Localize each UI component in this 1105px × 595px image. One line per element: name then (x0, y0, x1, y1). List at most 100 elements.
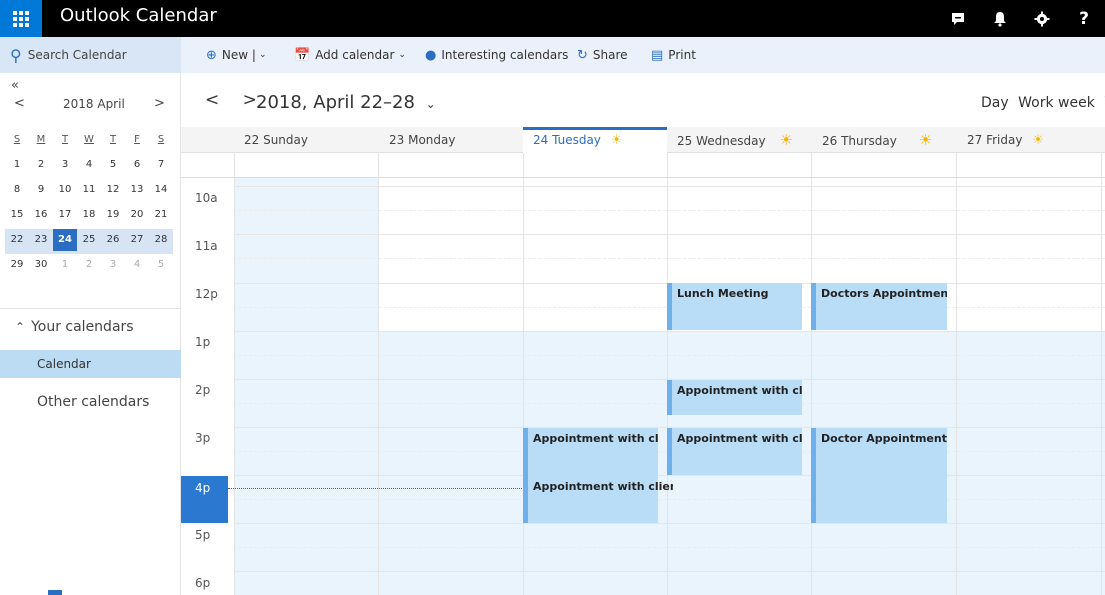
mini-day[interactable]: 1 (53, 254, 77, 276)
mini-day[interactable]: 17 (53, 204, 77, 226)
mini-day[interactable]: 15 (5, 204, 29, 226)
share-button[interactable]: ↻ Share (577, 37, 628, 73)
mini-day[interactable]: 22 (5, 229, 29, 251)
mini-day[interactable]: 10 (53, 179, 77, 201)
event-client-appointment[interactable]: Appointment with clier (667, 380, 802, 415)
mini-day[interactable]: 23 (29, 229, 53, 251)
view-workweek-button[interactable]: Work week (1018, 95, 1095, 111)
mini-day[interactable]: 5 (101, 154, 125, 176)
mini-day[interactable]: 8 (5, 179, 29, 201)
hour-line (234, 571, 1105, 572)
mini-day[interactable]: 9 (29, 179, 53, 201)
sun-icon: ☀ (918, 131, 933, 149)
interesting-calendars-label: Interesting calendars (441, 48, 569, 62)
mini-day[interactable]: 3 (101, 254, 125, 276)
hour-label: 6p (195, 576, 211, 590)
all-day-row[interactable] (181, 153, 1105, 178)
chevron-down-icon[interactable]: ⌄ (259, 50, 267, 60)
dow-label: T (109, 133, 117, 145)
event-client-appointment[interactable]: Appointment with clien (667, 428, 802, 475)
mini-day-today[interactable]: 24 (53, 228, 77, 251)
search-icon: ⚲ (10, 45, 22, 65)
chat-icon[interactable] (937, 0, 979, 37)
mini-day[interactable]: 21 (149, 204, 173, 226)
new-button[interactable]: ⊕ New | ⌄ (206, 37, 266, 73)
mini-day[interactable]: 3 (53, 154, 77, 176)
mini-day[interactable]: 26 (101, 229, 125, 251)
your-calendars-toggle[interactable]: ⌃ Your calendars (15, 319, 134, 335)
calendar-add-icon: 📅 (294, 47, 311, 63)
prev-month-icon[interactable]: < (14, 96, 25, 111)
collapse-sidebar-button[interactable]: « (11, 78, 19, 93)
next-month-icon[interactable]: > (154, 96, 165, 111)
cloud-sun-icon: ☀ (1032, 133, 1044, 148)
day-column-line (811, 153, 812, 595)
mini-day[interactable]: 13 (125, 179, 149, 201)
mini-calendar-week: 29 30 1 2 3 4 5 (5, 252, 173, 277)
mini-day[interactable]: 20 (125, 204, 149, 226)
prev-week-icon[interactable]: < (205, 90, 219, 110)
day-column-line (234, 153, 235, 595)
event-lunch-meeting[interactable]: Lunch Meeting (667, 283, 802, 330)
event-client-appointment[interactable]: Appointment with clien ... (523, 476, 673, 523)
mini-day[interactable]: 27 (125, 229, 149, 251)
sidebar-item-calendar[interactable]: Calendar (0, 350, 181, 378)
mini-day[interactable]: 29 (5, 254, 29, 276)
gear-icon[interactable] (1021, 0, 1063, 37)
mini-day[interactable]: 6 (125, 154, 149, 176)
search-input[interactable]: ⚲ Search Calendar (0, 37, 181, 73)
time-grid[interactable]: 10a 11a 12p 1p 2p 3p 4p 5p 6p Lunch Meet… (181, 153, 1105, 595)
bell-icon[interactable] (979, 0, 1021, 37)
mini-day[interactable]: 28 (149, 229, 173, 251)
other-calendars-toggle[interactable]: Other calendars (37, 394, 149, 410)
day-header-friday[interactable]: 27 Friday ☀ (957, 127, 1105, 153)
mini-day[interactable]: 11 (77, 179, 101, 201)
mini-day[interactable]: 1 (5, 154, 29, 176)
view-day-button[interactable]: Day (981, 95, 1009, 111)
hour-label: 11a (195, 239, 218, 253)
mini-day[interactable]: 7 (149, 154, 173, 176)
app-title: Outlook Calendar (60, 5, 217, 26)
date-range-picker[interactable]: 2018, April 22–28 ⌄ (256, 92, 436, 113)
hour-label: 2p (195, 383, 211, 397)
app-launcher-button[interactable] (0, 0, 42, 37)
event-title: Appointment with clien ... (533, 480, 673, 493)
mini-day[interactable]: 25 (77, 229, 101, 251)
day-header-monday[interactable]: 23 Monday (379, 127, 523, 153)
print-button[interactable]: ▤ Print (651, 37, 696, 73)
sidebar-divider (0, 308, 181, 309)
event-doctors-appointment[interactable]: Doctors Appointment (811, 283, 947, 330)
chevron-up-icon: ⌃ (15, 320, 26, 334)
mini-day[interactable]: 30 (29, 254, 53, 276)
day-column-line (956, 153, 957, 595)
mini-calendar-header: < 2018 April > (0, 94, 181, 114)
interesting-calendars-button[interactable]: ● Interesting calendars (425, 37, 568, 73)
calendar-module-icon[interactable] (48, 590, 62, 595)
half-hour-line (234, 355, 1105, 356)
help-icon[interactable]: ? (1063, 0, 1105, 37)
hour-line (234, 331, 1105, 332)
mini-day[interactable]: 4 (77, 154, 101, 176)
hour-label: 12p (195, 287, 218, 301)
next-week-icon[interactable]: > (243, 90, 257, 110)
day-header-tuesday[interactable]: 24 Tuesday ☀ (523, 127, 667, 153)
mini-day[interactable]: 18 (77, 204, 101, 226)
mini-day[interactable]: 16 (29, 204, 53, 226)
day-header-thursday[interactable]: 26 Thursday ☀ (812, 127, 956, 153)
mini-day[interactable]: 12 (101, 179, 125, 201)
mini-day[interactable]: 4 (125, 254, 149, 276)
day-column-line (1101, 153, 1102, 595)
day-column-line (523, 153, 524, 595)
new-label: New | (221, 48, 256, 62)
mini-day[interactable]: 5 (149, 254, 173, 276)
add-calendar-button[interactable]: 📅 Add calendar ⌄ (294, 37, 406, 73)
mini-day[interactable]: 19 (101, 204, 125, 226)
day-header-sunday[interactable]: 22 Sunday (234, 127, 378, 153)
event-doctor-appointment[interactable]: Doctor Appointment (811, 428, 947, 523)
mini-day[interactable]: 2 (77, 254, 101, 276)
mini-day[interactable]: 2 (29, 154, 53, 176)
hour-label: 1p (195, 335, 211, 349)
mini-day[interactable]: 14 (149, 179, 173, 201)
day-header-wednesday[interactable]: 25 Wednesday ☀ (667, 127, 811, 153)
pin-icon: ● (425, 47, 437, 63)
